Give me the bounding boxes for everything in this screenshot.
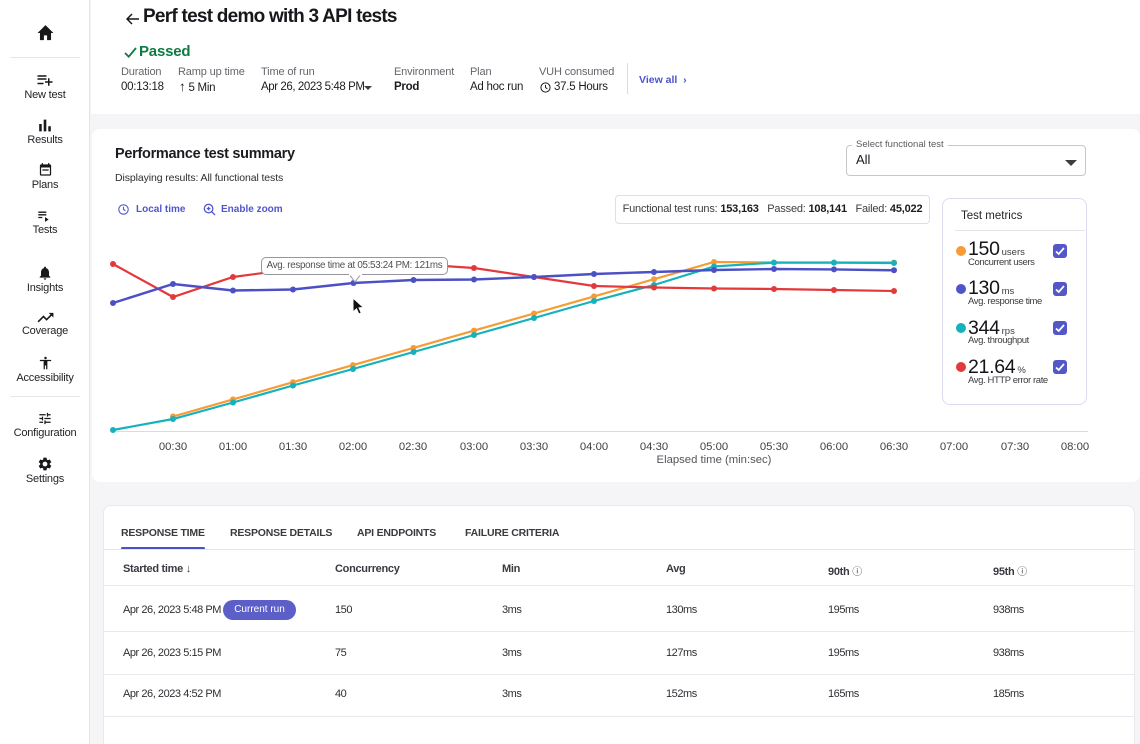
svg-text:06:00: 06:00	[820, 441, 848, 453]
svg-text:Elapsed time (min:sec): Elapsed time (min:sec)	[657, 454, 772, 466]
svg-text:05:00: 05:00	[700, 441, 728, 453]
svg-text:02:00: 02:00	[339, 441, 367, 453]
svg-text:03:00: 03:00	[460, 441, 488, 453]
svg-text:03:30: 03:30	[520, 441, 548, 453]
svg-text:04:30: 04:30	[640, 441, 668, 453]
svg-text:07:00: 07:00	[940, 441, 968, 453]
svg-text:00:30: 00:30	[159, 441, 187, 453]
svg-text:05:30: 05:30	[760, 441, 788, 453]
svg-text:08:00: 08:00	[1061, 441, 1089, 453]
svg-text:07:30: 07:30	[1001, 441, 1029, 453]
svg-text:01:00: 01:00	[219, 441, 247, 453]
svg-text:06:30: 06:30	[880, 441, 908, 453]
svg-text:04:00: 04:00	[580, 441, 608, 453]
svg-text:02:30: 02:30	[399, 441, 427, 453]
svg-text:01:30: 01:30	[279, 441, 307, 453]
